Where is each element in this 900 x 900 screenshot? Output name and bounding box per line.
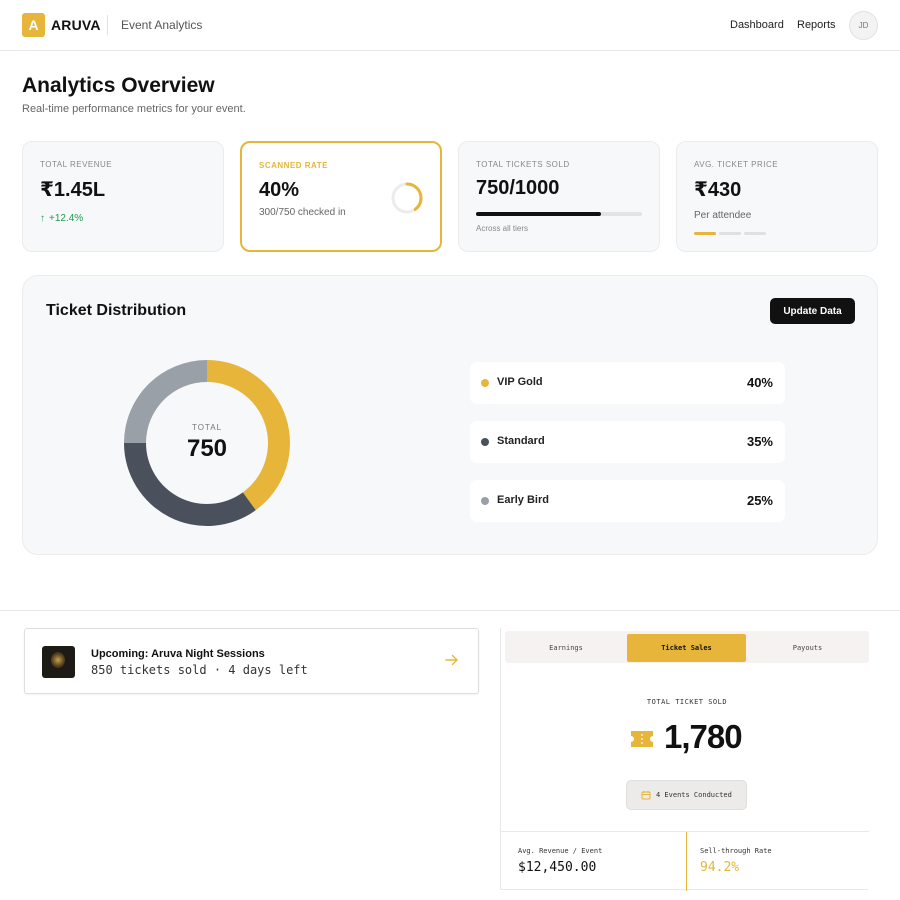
legend-label: VIP Gold	[497, 376, 543, 388]
calendar-icon	[641, 791, 651, 800]
nav-reports[interactable]: Reports	[797, 19, 836, 31]
section-divider	[0, 610, 900, 611]
tickets-sold-card[interactable]: Total Tickets Sold 750/1000 Across all t…	[458, 141, 660, 252]
tab-ticket-sales[interactable]: Ticket Sales	[627, 634, 746, 662]
tickets-foot: Across all tiers	[476, 224, 529, 233]
donut-center-value: 750	[187, 435, 227, 462]
price-sub: Per attendee	[694, 210, 752, 221]
total-ticket-value: 1,780	[664, 718, 743, 755]
upcoming-event-card[interactable]: Upcoming: Aruva Night Sessions 850 ticke…	[24, 628, 479, 694]
legend-item-early-bird: Early Bird 25%	[470, 480, 785, 522]
price-segment	[694, 232, 716, 235]
revenue-value: ₹1.45L	[40, 179, 106, 201]
ticket-icon	[631, 731, 653, 747]
price-value: ₹430	[694, 179, 742, 201]
sales-tab-bar: Earnings Ticket Sales Payouts	[505, 631, 869, 663]
events-badge: 4 Events Conducted	[626, 780, 747, 810]
tickets-progress-fill	[476, 212, 601, 216]
arrow-right-icon[interactable]	[444, 652, 460, 668]
avatar[interactable]: JD	[849, 11, 878, 40]
tickets-value: 750/1000	[476, 177, 560, 199]
arrow-up-icon: ↑	[40, 213, 45, 224]
metric-divider	[686, 832, 687, 891]
scanned-label: Scanned Rate	[259, 161, 328, 170]
sales-panel: Earnings Ticket Sales Payouts TOTAL TICK…	[500, 628, 869, 891]
top-header: A ARUVA Event Analytics Dashboard Report…	[0, 0, 900, 51]
update-data-button[interactable]: Update Data	[770, 298, 855, 324]
events-badge-text: 4 Events Conducted	[656, 791, 732, 799]
legend-label: Standard	[497, 435, 545, 447]
tickets-progress-track	[476, 212, 642, 216]
legend-item-vip-gold: VIP Gold 40%	[470, 362, 785, 404]
legend-dot	[481, 497, 489, 505]
revenue-trend-value: +12.4%	[49, 213, 84, 224]
avg-revenue-value: $12,450.00	[518, 860, 597, 875]
ticket-distribution-panel: Ticket Distribution Update Data TOTAL 75…	[22, 275, 878, 555]
page-subtitle: Real-time performance metrics for your e…	[22, 103, 246, 115]
scanned-sub: 300/750 checked in	[259, 207, 346, 218]
header-divider	[107, 15, 108, 35]
logo-mark: A	[22, 13, 45, 37]
legend-dot	[481, 379, 489, 387]
sell-through-value: 94.2%	[700, 860, 740, 875]
total-ticket-label: TOTAL TICKET SOLD	[646, 698, 728, 706]
distribution-title: Ticket Distribution	[46, 302, 187, 319]
brand-name: ARUVA	[51, 17, 101, 33]
scanned-value: 40%	[259, 179, 300, 201]
tickets-label: Total Tickets Sold	[476, 160, 570, 169]
avg-revenue-label: Avg. Revenue / Event	[518, 847, 603, 855]
legend-item-standard: Standard 35%	[470, 421, 785, 463]
price-segment	[744, 232, 766, 235]
event-thumbnail	[42, 646, 75, 678]
scanned-rate-card[interactable]: Scanned Rate 40% 300/750 checked in	[240, 141, 442, 252]
page-title: Analytics Overview	[22, 74, 215, 97]
price-label: Avg. Ticket Price	[694, 160, 779, 169]
tab-payouts[interactable]: Payouts	[746, 634, 869, 662]
nav-dashboard[interactable]: Dashboard	[730, 19, 784, 31]
revenue-label: Total Revenue	[40, 160, 113, 169]
legend-label: Early Bird	[497, 494, 549, 506]
upcoming-title: Upcoming: Aruva Night Sessions	[91, 648, 265, 660]
distribution-donut: TOTAL 750	[124, 360, 290, 526]
tab-earnings[interactable]: Earnings	[505, 634, 627, 662]
legend-dot	[481, 438, 489, 446]
legend-value: 25%	[746, 493, 773, 508]
revenue-card[interactable]: Total Revenue ₹1.45L ↑ +12.4%	[22, 141, 224, 252]
legend-value: 40%	[746, 375, 773, 390]
scanned-ring-icon	[391, 182, 423, 214]
price-segments	[694, 232, 774, 235]
revenue-trend: ↑ +12.4%	[40, 213, 83, 224]
price-segment	[719, 232, 741, 235]
avg-price-card[interactable]: Avg. Ticket Price ₹430 Per attendee	[676, 141, 878, 252]
upcoming-sub: 850 tickets sold · 4 days left	[91, 663, 308, 677]
legend-value: 35%	[746, 434, 773, 449]
app-name: Event Analytics	[121, 18, 203, 32]
sales-metrics: Avg. Revenue / Event $12,450.00 Sell-thr…	[501, 831, 869, 891]
donut-center-label: TOTAL	[192, 423, 222, 432]
sell-through-label: Sell-through Rate	[700, 847, 772, 855]
